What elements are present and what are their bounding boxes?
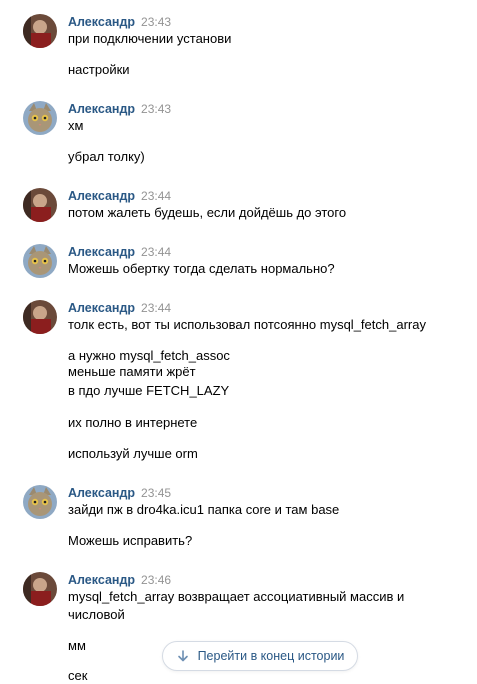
author-name[interactable]: Александр	[68, 486, 135, 500]
author-name[interactable]: Александр	[68, 245, 135, 259]
message-text: Можешь исправить?	[68, 533, 193, 548]
message-text: мм	[68, 638, 86, 653]
message-header: Александр 23:46	[68, 572, 171, 587]
avatar[interactable]	[23, 572, 57, 606]
avatar-photo-icon	[23, 300, 57, 334]
author-name[interactable]: Александр	[68, 573, 135, 587]
message-text: Можешь обертку тогда сделать нормально?	[68, 261, 335, 276]
message-header: Александр 23:45	[68, 485, 171, 500]
message-header: Александр 23:44	[68, 188, 171, 203]
message-text: а нужно mysql_fetch_assoc	[68, 348, 230, 363]
message-text: потом жалеть будешь, если дойдёшь до это…	[68, 205, 347, 220]
avatar[interactable]	[23, 485, 57, 519]
message-time[interactable]: 23:43	[141, 15, 171, 29]
avatar[interactable]	[23, 300, 57, 334]
message-text: меньше памяти жрёт	[68, 364, 196, 379]
message-text: толк есть, вот ты использовал потсоянно …	[68, 317, 426, 332]
message-text: mysql_fetch_array возвращает ассоциативн…	[68, 589, 405, 604]
message-time[interactable]: 23:45	[141, 486, 171, 500]
message-header: Александр 23:44	[68, 244, 171, 259]
avatar-cat-icon	[23, 485, 57, 519]
author-name[interactable]: Александр	[68, 189, 135, 203]
message-time[interactable]: 23:44	[141, 189, 171, 203]
message-time[interactable]: 23:46	[141, 573, 171, 587]
message-text: при подключении установи	[68, 31, 232, 46]
message-header: Александр 23:44	[68, 300, 171, 315]
author-name[interactable]: Александр	[68, 301, 135, 315]
avatar-cat-icon	[23, 244, 57, 278]
message-text: числовой	[68, 607, 125, 622]
avatar-photo-icon	[23, 14, 57, 48]
avatar-photo-icon	[23, 572, 57, 606]
arrow-down-icon	[176, 649, 190, 663]
avatar-photo-icon	[23, 188, 57, 222]
message-text: настройки	[68, 62, 130, 77]
message-time[interactable]: 23:43	[141, 102, 171, 116]
message-header: Александр 23:43	[68, 14, 171, 29]
message-text: сек	[68, 668, 88, 683]
message-text: зайди пж в dro4ka.icu1 папка core и там …	[68, 502, 340, 517]
message-text: их полно в интернете	[68, 415, 198, 430]
message-text: убрал толку)	[68, 149, 145, 164]
author-name[interactable]: Александр	[68, 102, 135, 116]
avatar[interactable]	[23, 14, 57, 48]
message-text: хм	[68, 118, 84, 133]
jump-to-end-label: Перейти в конец истории	[197, 649, 345, 663]
message-time[interactable]: 23:44	[141, 301, 171, 315]
author-name[interactable]: Александр	[68, 15, 135, 29]
message-header: Александр 23:43	[68, 101, 171, 116]
message-time[interactable]: 23:44	[141, 245, 171, 259]
avatar-cat-icon	[23, 101, 57, 135]
message-text: используй лучше orm	[68, 446, 198, 461]
avatar[interactable]	[23, 244, 57, 278]
avatar[interactable]	[23, 101, 57, 135]
avatar[interactable]	[23, 188, 57, 222]
message-text: в пдо лучше FETCH_LAZY	[68, 383, 230, 398]
jump-to-end-button[interactable]: Перейти в конец истории	[162, 641, 358, 671]
